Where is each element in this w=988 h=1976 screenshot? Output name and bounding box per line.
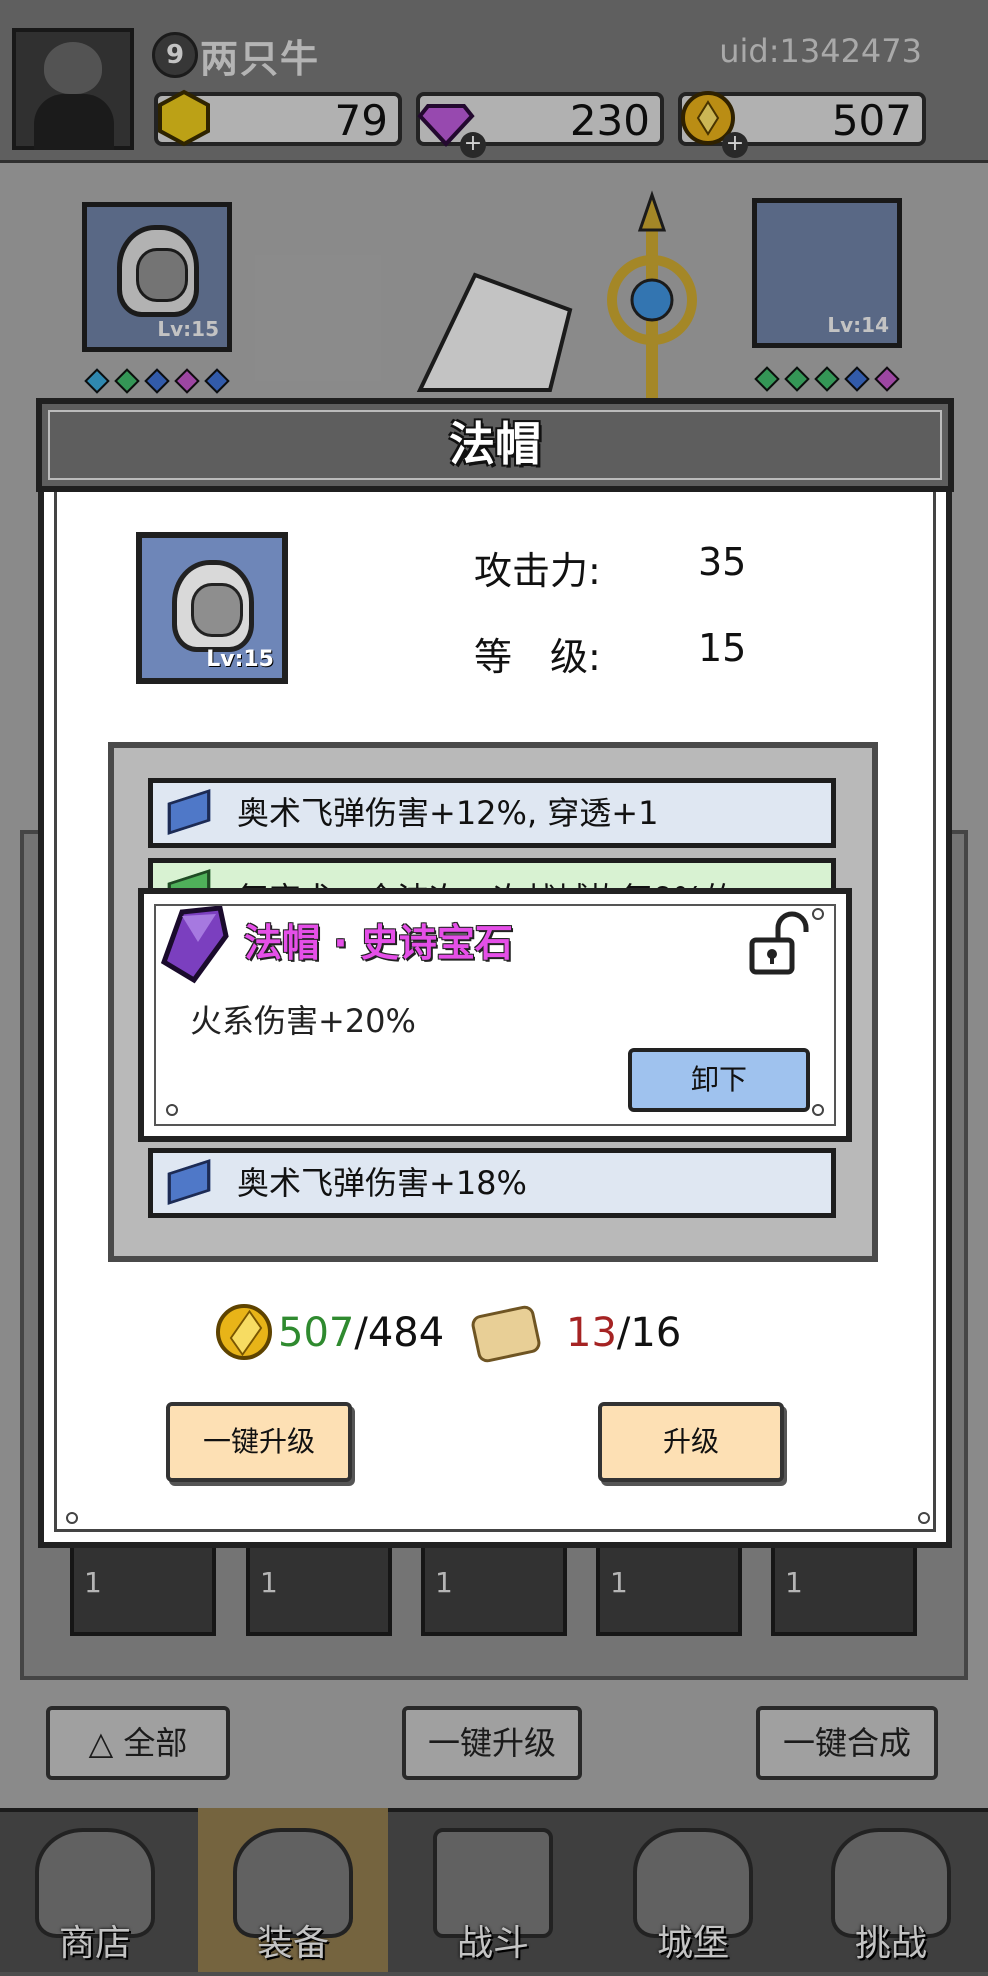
gem-effect: 奥术飞弹伤害+12%, 穿透+1 xyxy=(237,794,659,832)
popup-corner-dot xyxy=(812,1104,824,1116)
popup-description: 火系伤害+20% xyxy=(190,1002,416,1040)
attack-value: 35 xyxy=(698,540,747,584)
attack-label: 攻击力: xyxy=(474,549,601,593)
hood-icon xyxy=(172,560,254,652)
purple-gem-icon xyxy=(160,906,229,984)
gold-have: 507 xyxy=(278,1310,355,1356)
upgrade-all-button[interactable]: 一键升级 xyxy=(166,1402,352,1482)
popup-corner-dot xyxy=(812,908,824,920)
item-icon: Lv:15 xyxy=(136,532,288,684)
blue-gem-icon xyxy=(167,1159,211,1205)
scroll-have: 13 xyxy=(566,1310,617,1356)
panel-title: 法帽 xyxy=(449,417,541,471)
gem-row[interactable]: 奥术飞弹伤害+18% xyxy=(148,1148,836,1218)
popup-corner-dot xyxy=(166,1104,178,1116)
level-label: 等 级: xyxy=(474,635,601,679)
gold-need: /484 xyxy=(354,1310,445,1356)
scroll-cost: 13/16 xyxy=(566,1310,681,1356)
unload-button[interactable]: 卸下 xyxy=(628,1048,810,1112)
item-level-badge: Lv:15 xyxy=(206,647,274,672)
scroll-need: /16 xyxy=(616,1310,682,1356)
unlock-icon[interactable] xyxy=(748,910,810,976)
gem-effect: 奥术飞弹伤害+18% xyxy=(237,1164,527,1202)
gem-row[interactable]: 奥术飞弹伤害+12%, 穿透+1 xyxy=(148,778,836,848)
gold-cost: 507/484 xyxy=(278,1310,444,1356)
popup-title: 法帽 · 史诗宝石 xyxy=(244,921,513,965)
blue-gem-icon xyxy=(167,789,211,835)
upgrade-button[interactable]: 升级 xyxy=(598,1402,784,1482)
gold-coin-icon xyxy=(216,1304,272,1360)
panel-corner-dot xyxy=(918,1512,930,1524)
level-value: 15 xyxy=(698,626,747,670)
panel-corner-dot xyxy=(66,1512,78,1524)
